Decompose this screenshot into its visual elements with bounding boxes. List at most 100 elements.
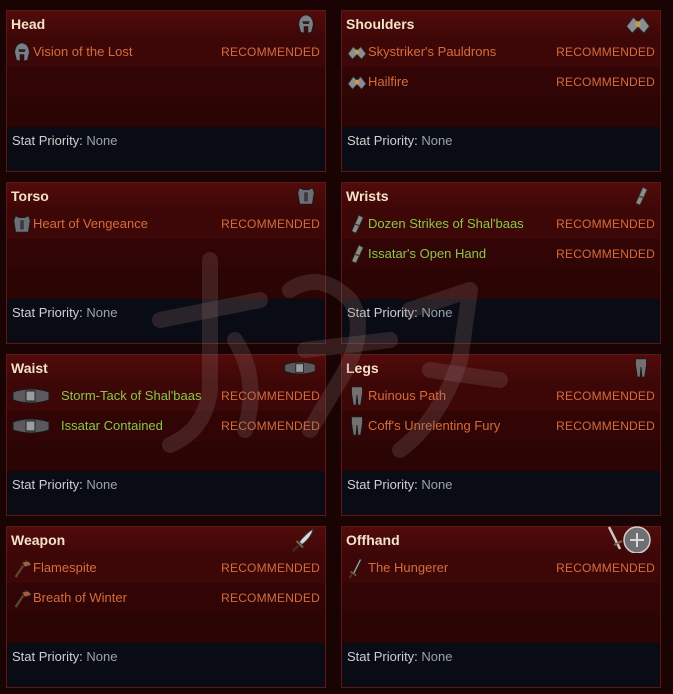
sword-and-shield-icon (606, 525, 652, 555)
belt-icon (11, 384, 51, 408)
gear-panel-legs: Legs Ruinous Path RECOMMENDED Coff's Unrele… (341, 354, 661, 516)
panel-title: Legs (346, 360, 379, 376)
item-name-link[interactable]: Dozen Strikes of Shal'baas (368, 216, 524, 231)
item-row[interactable]: Issatar Contained RECOMMENDED (7, 411, 325, 441)
item-row[interactable]: Ruinous Path RECOMMENDED (342, 381, 660, 411)
panel-header: Waist (7, 355, 325, 382)
item-name-link[interactable]: Issatar Contained (61, 418, 163, 433)
panel-header: Torso (7, 183, 325, 210)
stat-priority-value: None (421, 477, 453, 492)
pauldrons-icon (346, 70, 368, 94)
belt-icon (11, 414, 51, 438)
stat-priority: Stat Priority: None (342, 471, 660, 515)
item-name-link[interactable]: Ruinous Path (368, 388, 446, 403)
stat-priority-value: None (421, 649, 453, 664)
stat-priority: Stat Priority: None (7, 471, 325, 515)
panel-header: Offhand (342, 525, 660, 555)
stat-priority-label: Stat Priority: None (12, 649, 118, 664)
item-name-link[interactable]: Storm-Tack of Shal'baas (61, 388, 202, 403)
empty-row (7, 613, 325, 643)
recommended-label: RECOMMENDED (221, 419, 320, 433)
recommended-label: RECOMMENDED (221, 591, 320, 605)
gear-panel-offhand: Offhand The Hungerer RECOMMENDED Stat Prior… (341, 526, 661, 688)
stat-priority-label: Stat Priority: None (347, 133, 453, 148)
item-row[interactable]: Dozen Strikes of Shal'baas RECOMMENDED (342, 209, 660, 239)
sword-icon (346, 556, 368, 580)
item-name-link[interactable]: Flamespite (33, 560, 97, 575)
chest-armor-icon (11, 212, 33, 236)
gear-panel-wrists: Wrists Dozen Strikes of Shal'baas RECOMMEN… (341, 182, 661, 344)
empty-row (342, 613, 660, 643)
item-name-link[interactable]: Breath of Winter (33, 590, 127, 605)
item-row[interactable]: Coff's Unrelenting Fury RECOMMENDED (342, 411, 660, 441)
panel-title: Shoulders (346, 16, 415, 32)
item-row[interactable]: Hailfire RECOMMENDED (342, 67, 660, 97)
recommended-label: RECOMMENDED (556, 419, 655, 433)
stat-priority-label: Stat Priority: None (347, 649, 453, 664)
stat-priority: Stat Priority: None (7, 299, 325, 343)
item-row[interactable]: Storm-Tack of Shal'baas RECOMMENDED (7, 381, 325, 411)
stat-priority-label: Stat Priority: None (347, 477, 453, 492)
leggings-icon (346, 414, 368, 438)
item-name-link[interactable]: Heart of Vengeance (33, 216, 148, 231)
item-name-link[interactable]: Coff's Unrelenting Fury (368, 418, 500, 433)
stat-priority-value: None (421, 305, 453, 320)
item-name-link[interactable]: Issatar's Open Hand (368, 246, 486, 261)
gear-panel-weapon: Weapon Flamespite RECOMMENDED Breath of Win… (6, 526, 326, 688)
stat-priority-value: None (86, 649, 118, 664)
stat-priority: Stat Priority: None (342, 127, 660, 171)
empty-row (7, 269, 325, 299)
gear-panel-torso: Torso Heart of Vengeance RECOMMENDED Stat P… (6, 182, 326, 344)
item-row[interactable]: Breath of Winter RECOMMENDED (7, 583, 325, 613)
axe-icon (11, 556, 33, 580)
recommended-label: RECOMMENDED (221, 561, 320, 575)
empty-row (7, 441, 325, 471)
panel-title: Weapon (11, 532, 66, 548)
pauldrons-icon (624, 9, 652, 39)
item-name-link[interactable]: The Hungerer (368, 560, 448, 575)
item-row[interactable]: Vision of the Lost RECOMMENDED (7, 37, 325, 67)
stat-priority-value: None (86, 477, 118, 492)
bracer-icon (346, 212, 368, 236)
empty-row (7, 67, 325, 97)
empty-row (7, 97, 325, 127)
helmet-icon (295, 9, 317, 39)
recommended-label: RECOMMENDED (556, 247, 655, 261)
gear-panel-shoulders: Shoulders Skystriker's Pauldrons RECOMMEND… (341, 10, 661, 172)
recommended-label: RECOMMENDED (221, 389, 320, 403)
item-name-link[interactable]: Vision of the Lost (33, 44, 133, 59)
stat-priority-label: Stat Priority: None (347, 305, 453, 320)
item-row[interactable]: Flamespite RECOMMENDED (7, 553, 325, 583)
panel-title: Offhand (346, 532, 400, 548)
stat-priority: Stat Priority: None (7, 643, 325, 687)
empty-row (342, 97, 660, 127)
empty-row (342, 269, 660, 299)
gear-panel-waist: Waist Storm-Tack of Shal'baas RECOMMENDED I… (6, 354, 326, 516)
panel-header: Shoulders (342, 11, 660, 38)
item-name-link[interactable]: Skystriker's Pauldrons (368, 44, 496, 59)
stat-priority-label: Stat Priority: None (12, 305, 118, 320)
gear-panel-head: Head Vision of the Lost RECOMMENDED Stat Pr… (6, 10, 326, 172)
item-row[interactable]: Issatar's Open Hand RECOMMENDED (342, 239, 660, 269)
panel-header: Head (7, 11, 325, 38)
recommended-label: RECOMMENDED (556, 389, 655, 403)
item-row[interactable]: Skystriker's Pauldrons RECOMMENDED (342, 37, 660, 67)
recommended-label: RECOMMENDED (556, 217, 655, 231)
item-name-link[interactable]: Hailfire (368, 74, 408, 89)
pauldrons-icon (346, 40, 368, 64)
chest-armor-icon (295, 181, 317, 211)
recommended-label: RECOMMENDED (556, 561, 655, 575)
item-row[interactable]: Heart of Vengeance RECOMMENDED (7, 209, 325, 239)
panel-title: Torso (11, 188, 49, 204)
bracer-icon (346, 242, 368, 266)
leggings-icon (630, 353, 652, 383)
recommended-label: RECOMMENDED (221, 217, 320, 231)
item-row[interactable]: The Hungerer RECOMMENDED (342, 553, 660, 583)
panel-header: Weapon (7, 527, 325, 554)
recommended-label: RECOMMENDED (221, 45, 320, 59)
stat-priority: Stat Priority: None (342, 643, 660, 687)
panel-header: Wrists (342, 183, 660, 210)
panel-header: Legs (342, 355, 660, 382)
empty-row (342, 583, 660, 613)
panel-title: Head (11, 16, 46, 32)
